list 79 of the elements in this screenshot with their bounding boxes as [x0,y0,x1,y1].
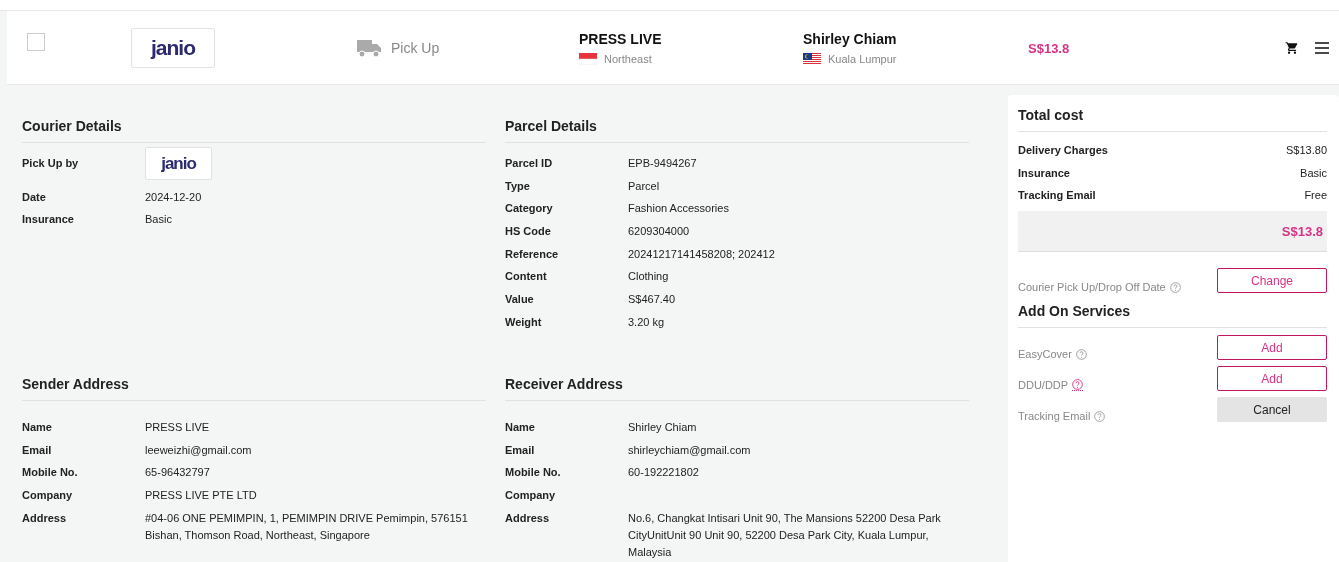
field-label: Mobile No. [22,465,79,481]
courier-logo: janio [145,147,212,180]
field-value: PRESS LIVE [145,420,211,435]
service-label: DDU/DDP [1018,379,1069,392]
field-value: S$467.40 [628,292,677,308]
cost-label: Tracking Email [1018,188,1096,204]
truck-icon [356,37,382,58]
cost-value: Basic [1300,165,1327,181]
price: S$13.8 [1028,41,1071,56]
field-label: Weight [505,314,543,330]
field-label: HS Code [505,224,552,240]
field-value: Clothing [628,269,670,285]
help-icon[interactable] [1169,281,1181,293]
delivery-method: Pick Up [391,39,440,56]
field-label: Type [505,178,531,194]
section-title: Receiver Address [505,376,623,392]
field-label: Address [22,510,68,526]
help-icon[interactable] [1072,379,1084,392]
field-value: 6209304000 [628,224,691,240]
field-value: 2024-12-20 [145,189,203,205]
field-value: No.6, Changkat Intisari Unit 90, The Mansions 52200 Desa Park CityUnitUnit 90 Unit 90, 52200 Desa Park City, Kuala Lumpur, Malaysia [628,510,942,560]
field-value: 20241217141458208; 202412 [628,246,776,262]
field-value: leeweizhi@gmail.com [145,442,253,458]
section-title: Parcel Details [505,118,597,134]
field-value: Parcel [628,178,661,194]
cost-value: S$13.80 [1286,143,1327,158]
courier-logo: janio [131,27,215,68]
field-label: Mobile No. [505,465,562,481]
field-value: EPB-9494267 [628,156,698,171]
row-checkbox[interactable] [27,32,45,51]
service-button[interactable]: Add [1217,335,1327,361]
field-value: PRESS LIVE PTE LTD [145,488,258,504]
singapore-flag-icon [579,52,597,65]
cart-icon[interactable] [1285,40,1299,55]
service-button[interactable]: Cancel [1217,397,1327,423]
field-value: shirleychiam@gmail.com [628,442,752,458]
field-label: Date [22,189,47,205]
field-label: Address [505,510,551,526]
field-label: Email [505,442,536,458]
field-label: Company [22,488,74,504]
field-label: Name [22,420,53,435]
cost-label: Delivery Charges [1018,143,1108,158]
field-label: Insurance [22,212,75,228]
field-value: Basic [145,212,173,228]
field-value: 3.20 kg [628,314,666,330]
field-value: Shirley Chiam [628,420,698,435]
help-icon[interactable] [1094,410,1106,422]
service-label: EasyCover [1018,348,1072,361]
field-label: Parcel ID [505,156,554,171]
field-label: Category [505,201,554,217]
field-label: Email [22,442,53,458]
party-name: Shirley Chiam [803,30,898,47]
party-region: Northeast [604,52,652,65]
cost-label: Insurance [1018,165,1070,181]
field-value: 65-96432797 [145,465,211,481]
party-name: PRESS LIVE [579,30,663,47]
field-value: Fashion Accessories [628,201,730,217]
service-button[interactable]: Add [1217,366,1327,392]
panel-title: Total cost [1018,107,1084,123]
field-label: Company [505,488,557,504]
service-label: Tracking Email [1018,410,1091,423]
field-label: Content [505,269,548,285]
field-label: Name [505,420,536,435]
menu-icon[interactable] [1315,41,1329,54]
total-price: S$13.8 [1281,223,1323,239]
service-button[interactable]: Change [1217,268,1327,294]
cost-value: Free [1304,188,1327,204]
field-value: 60-192221802 [628,465,700,481]
section-title: Add On Services [1018,303,1131,320]
help-icon[interactable] [1075,348,1087,360]
party-region: Kuala Lumpur [828,52,897,65]
malaysia-flag-icon [803,52,821,65]
field-label: Pick Up by [22,156,80,171]
section-title: Sender Address [22,376,129,392]
field-value: #04-06 ONE PEMIMPIN, 1, PEMIMPIN DRIVE Pemimpin, 576151 Bishan, Thomson Road, Northeast, Singapore [145,510,469,543]
section-title: Courier Details [22,118,122,134]
service-label: Courier Pick Up/Drop Off Date [1018,281,1166,294]
field-label: Value [505,292,535,308]
field-label: Reference [505,246,560,262]
